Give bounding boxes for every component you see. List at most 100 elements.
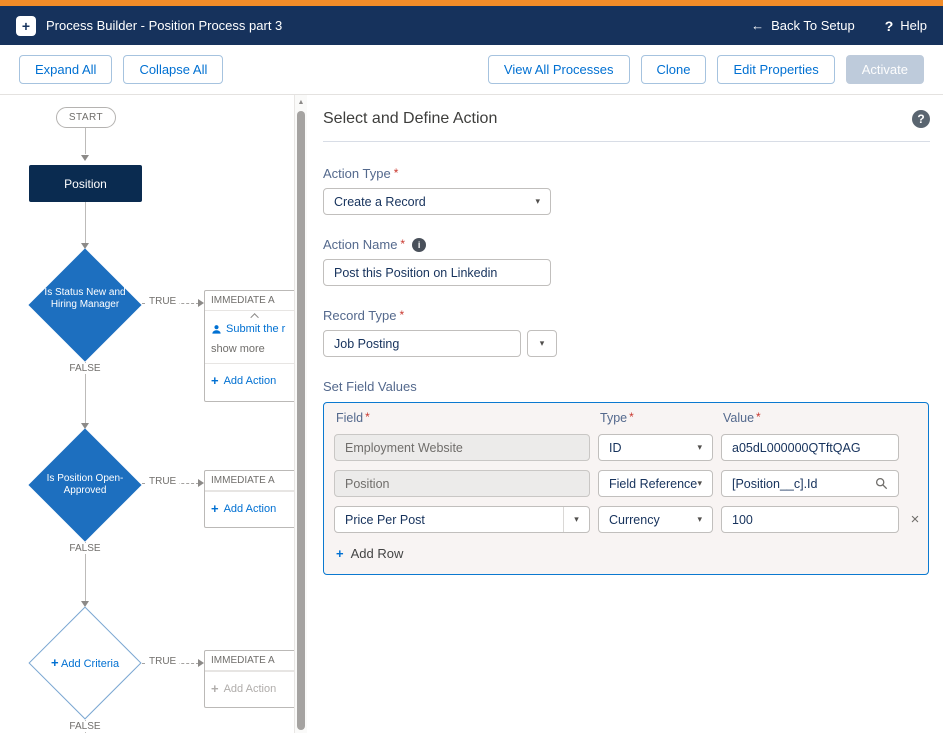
record-type-label: Record Type — [323, 308, 397, 323]
scrollbar-thumb[interactable] — [297, 111, 305, 730]
required-asterisk: * — [629, 410, 634, 424]
plus-icon: + — [211, 681, 219, 696]
true-label: TRUE — [146, 656, 180, 667]
value-input-row2[interactable]: [Position__c].Id — [721, 470, 899, 497]
add-criteria-node[interactable] — [28, 606, 142, 720]
required-asterisk: * — [756, 410, 761, 424]
immediate-actions-box-3: IMMEDIATE A + Add Action — [204, 650, 307, 708]
caret-down-icon: ▾ — [697, 478, 702, 488]
false-label: FALSE — [66, 721, 104, 732]
caret-down-icon: ▾ — [535, 196, 540, 206]
column-header-value: Value * — [723, 410, 761, 425]
app-icon-glyph: + — [21, 17, 31, 34]
false-label: FALSE — [66, 543, 104, 554]
back-to-setup-label: Back To Setup — [771, 18, 855, 33]
caret-down-icon[interactable]: ▾ — [563, 507, 589, 532]
back-to-setup-link[interactable]: ← Back To Setup — [751, 18, 855, 33]
add-action-label: Add Action — [223, 682, 277, 695]
process-canvas: START Position Is Status New and Hiring … — [0, 95, 307, 733]
action-type-value: Create a Record — [334, 194, 426, 209]
help-icon: ? — [884, 17, 894, 34]
action-item-label: Submit the r — [226, 323, 286, 335]
set-field-values-table: Field * Type * Value * Employment Websit… — [323, 402, 929, 575]
start-node: START — [56, 107, 116, 128]
type-select-row3[interactable]: Currency ▾ — [598, 506, 713, 533]
action-name-label: Action Name — [323, 237, 398, 252]
arrowhead-icon — [81, 155, 89, 161]
plus-icon: + — [336, 546, 344, 561]
position-node[interactable]: Position — [29, 165, 142, 202]
plus-icon: + — [211, 501, 219, 516]
chevron-up-icon[interactable] — [205, 311, 306, 322]
expand-all-button[interactable]: Expand All — [19, 55, 113, 84]
immediate-actions-header: IMMEDIATE A — [205, 291, 306, 311]
add-row-label: Add Row — [350, 546, 404, 561]
set-field-values-label: Set Field Values — [323, 379, 417, 394]
true-label: TRUE — [146, 476, 180, 487]
action-item-submit[interactable]: Submit the r — [205, 321, 306, 337]
scrollbar-up-icon[interactable]: ▲ — [295, 95, 307, 109]
value-input-row1[interactable]: a05dL000000QTftQAG — [721, 434, 899, 461]
add-action-label: Add Action — [223, 374, 277, 387]
process-toolbar: Expand All Collapse All View All Process… — [0, 45, 943, 95]
search-icon[interactable] — [875, 477, 888, 490]
connector-line — [85, 128, 86, 154]
info-icon[interactable]: i — [412, 237, 427, 252]
show-more-link[interactable]: show more — [205, 337, 306, 363]
panel-help-icon[interactable]: ? — [912, 110, 930, 128]
page-title: Process Builder - Position Process part … — [46, 18, 283, 33]
help-link[interactable]: ? Help — [885, 18, 927, 34]
panel-title: Select and Define Action — [323, 110, 498, 127]
column-header-field: Field * — [336, 410, 370, 425]
action-type-label: Action Type — [323, 166, 391, 181]
activate-button[interactable]: Activate — [845, 55, 924, 84]
caret-down-icon: ▾ — [697, 514, 702, 524]
field-combobox-row3[interactable]: Price Per Post ▾ — [334, 506, 590, 533]
edit-properties-button[interactable]: Edit Properties — [717, 55, 835, 84]
field-input-row1: Employment Website — [334, 434, 590, 461]
add-action-button-2[interactable]: + Add Action — [205, 491, 306, 525]
back-arrow-icon: ← — [751, 18, 765, 33]
record-type-value: Job Posting — [334, 336, 400, 351]
canvas-scrollbar[interactable]: ▲ — [294, 95, 307, 733]
clone-button[interactable]: Clone — [640, 55, 707, 84]
app-window: + Process Builder - Position Process par… — [0, 0, 943, 733]
type-select-row2[interactable]: Field Reference ▾ — [598, 470, 713, 497]
required-asterisk: * — [400, 236, 406, 251]
connector-line — [85, 202, 86, 244]
criteria-node-2[interactable] — [28, 428, 142, 542]
action-type-select[interactable]: Create a Record ▾ — [323, 188, 551, 215]
app-header: + Process Builder - Position Process par… — [0, 6, 943, 45]
field-input-row2: Position — [334, 470, 590, 497]
help-label: Help — [900, 18, 927, 33]
action-name-value: Post this Position on Linkedin — [334, 265, 498, 280]
immediate-actions-box-1: IMMEDIATE A Submit the r show more + Add… — [204, 290, 307, 402]
detail-panel: Select and Define Action ? Action Type *… — [307, 95, 943, 733]
add-action-button-1[interactable]: + Add Action — [205, 363, 306, 397]
collapse-all-button[interactable]: Collapse All — [123, 55, 224, 84]
add-action-button-3[interactable]: + Add Action — [205, 671, 306, 705]
required-asterisk: * — [393, 165, 399, 180]
record-type-dropdown-button[interactable]: ▾ — [527, 330, 557, 357]
record-type-input[interactable]: Job Posting — [323, 330, 521, 357]
column-header-type: Type * — [600, 410, 634, 425]
criteria-node-1[interactable] — [28, 248, 142, 362]
add-row-button[interactable]: + Add Row — [334, 546, 918, 561]
action-name-input[interactable]: Post this Position on Linkedin — [323, 259, 551, 286]
plus-icon: + — [211, 373, 219, 388]
type-select-row1[interactable]: ID ▾ — [598, 434, 713, 461]
true-label: TRUE — [146, 296, 180, 307]
remove-row-icon[interactable]: × — [907, 512, 923, 527]
caret-down-icon: ▾ — [697, 442, 702, 452]
view-all-processes-button[interactable]: View All Processes — [487, 55, 630, 84]
start-label: START — [68, 112, 104, 123]
add-action-label: Add Action — [223, 502, 277, 515]
required-asterisk: * — [365, 410, 370, 424]
required-asterisk: * — [399, 307, 405, 322]
immediate-actions-header: IMMEDIATE A — [205, 471, 306, 491]
value-input-row3[interactable]: 100 — [721, 506, 899, 533]
immediate-actions-header: IMMEDIATE A — [205, 651, 306, 671]
caret-down-icon: ▾ — [539, 338, 545, 348]
process-builder-icon: + — [16, 15, 36, 36]
immediate-actions-box-2: IMMEDIATE A + Add Action — [204, 470, 307, 528]
